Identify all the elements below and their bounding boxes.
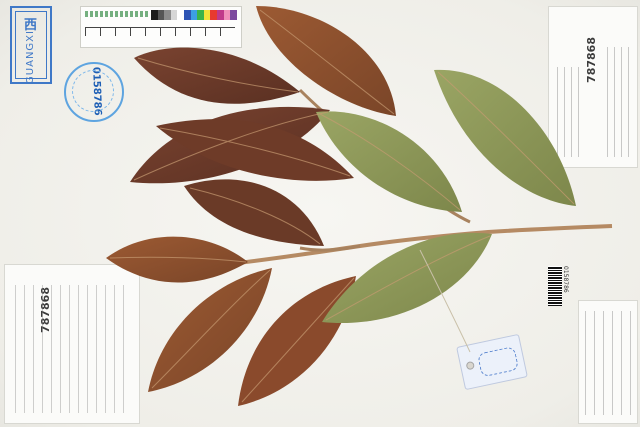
plant-specimen <box>106 6 613 406</box>
branch-stem <box>299 244 361 252</box>
leaf <box>316 111 462 212</box>
leaf <box>134 47 300 104</box>
herbarium-sheet: 西 GUANGXI 0158786 787868 787868 0158786 <box>0 0 640 427</box>
leaf <box>184 179 324 246</box>
leaf <box>106 236 248 283</box>
leaf <box>434 69 576 206</box>
